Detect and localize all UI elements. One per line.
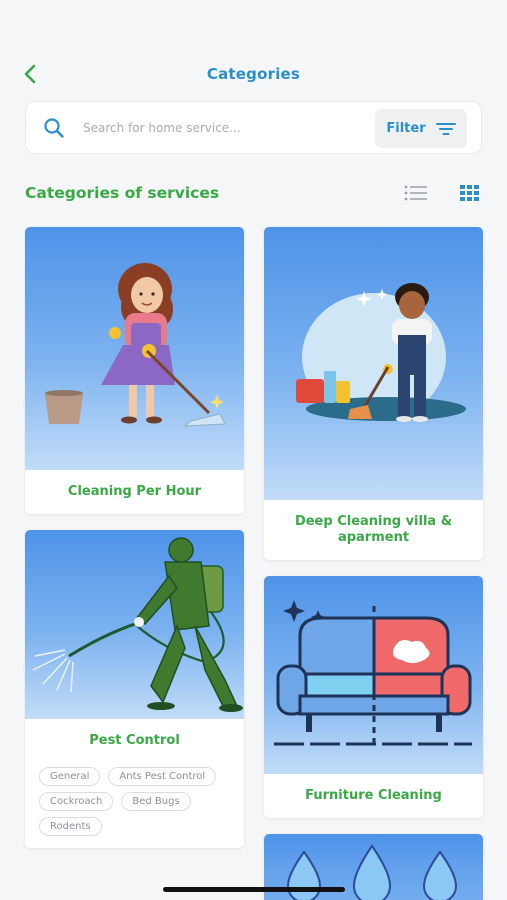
- view-toggle: [404, 182, 482, 204]
- grid-view-button[interactable]: [458, 182, 482, 204]
- category-title: Furniture Cleaning: [305, 788, 442, 803]
- filter-label: Filter: [386, 121, 426, 136]
- deep-cleaning-illustration: [264, 227, 483, 500]
- page-title: Categories: [206, 65, 301, 83]
- cleaning-illustration: [25, 227, 244, 470]
- tag-rodents[interactable]: Rodents: [39, 817, 102, 836]
- section-header: Categories of services: [25, 178, 482, 208]
- list-view-button[interactable]: [404, 182, 428, 204]
- tag-bed-bugs[interactable]: Bed Bugs: [121, 792, 191, 811]
- furniture-cleaning-illustration: [264, 576, 483, 774]
- category-card-cleaning-per-hour[interactable]: Cleaning Per Hour: [25, 227, 244, 514]
- category-title: Pest Control: [89, 733, 180, 748]
- search-bar: Filter: [25, 101, 482, 154]
- search-input[interactable]: [83, 120, 343, 135]
- pest-control-illustration: [25, 530, 244, 719]
- subcategory-tags: General Ants Pest Control Cockroach Bed …: [25, 763, 244, 848]
- back-arrow-icon: [24, 64, 36, 84]
- app-header: Categories: [0, 54, 507, 94]
- category-title: Cleaning Per Hour: [67, 484, 202, 499]
- grid-view-icon: [460, 185, 479, 201]
- filter-icon: [435, 122, 456, 135]
- category-card-pest-control[interactable]: Pest Control General Ants Pest Control C…: [25, 530, 244, 848]
- tag-ants-pest-control[interactable]: Ants Pest Control: [108, 767, 217, 786]
- status-bar: [0, 0, 507, 44]
- category-card-deep-cleaning[interactable]: Deep Cleaning villa & aparment: [264, 227, 483, 560]
- tag-cockroach[interactable]: Cockroach: [39, 792, 114, 811]
- search-icon: [44, 117, 64, 138]
- category-card-furniture-cleaning[interactable]: Furniture Cleaning: [264, 576, 483, 818]
- section-title: Categories of services: [25, 184, 220, 202]
- filter-button[interactable]: Filter: [375, 109, 467, 148]
- category-column-left: Cleaning Per Hour Pest Control General A…: [25, 227, 244, 864]
- category-title: Deep Cleaning villa & aparment: [294, 514, 453, 545]
- list-view-icon: [404, 185, 427, 201]
- tag-general[interactable]: General: [39, 767, 101, 786]
- category-column-right: Deep Cleaning villa & aparment Furniture…: [264, 227, 483, 900]
- back-button[interactable]: [16, 60, 44, 88]
- home-indicator: [162, 887, 345, 892]
